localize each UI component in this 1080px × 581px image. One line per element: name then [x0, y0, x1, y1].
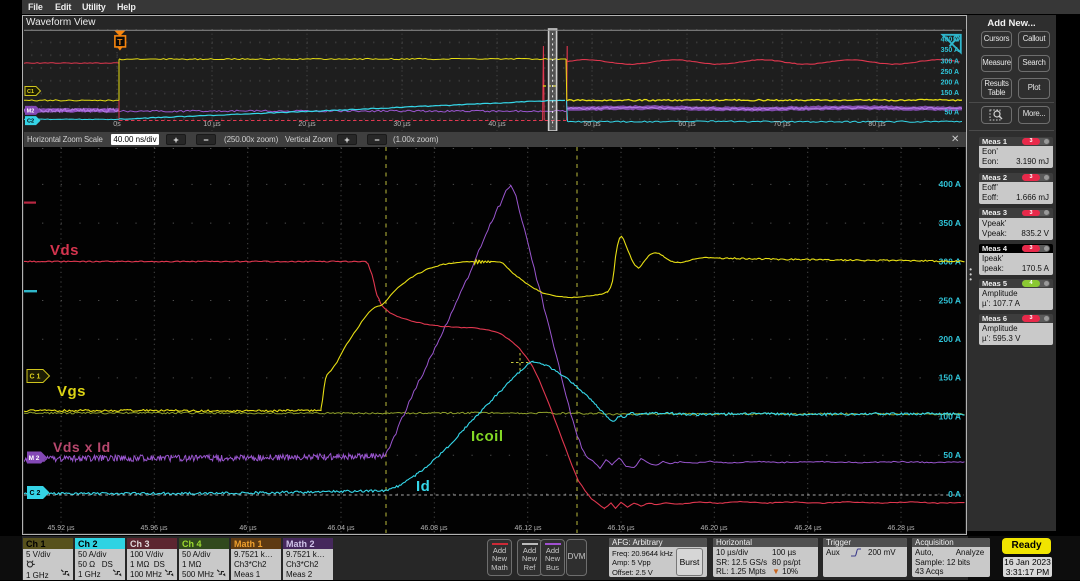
svg-text:46 µs: 46 µs — [239, 525, 257, 532]
svg-text:250 A: 250 A — [939, 295, 961, 305]
svg-text:50 A: 50 A — [943, 450, 961, 460]
svg-text:150 A: 150 A — [939, 373, 961, 383]
svg-text:350 A: 350 A — [939, 218, 961, 228]
svg-text:46.24 µs: 46.24 µs — [795, 525, 822, 532]
svg-text:Icoil: Icoil — [471, 428, 504, 445]
svg-text:M 2: M 2 — [29, 455, 40, 462]
svg-text:C 2: C 2 — [30, 490, 41, 497]
svg-text:45.92 µs: 45.92 µs — [48, 525, 75, 532]
svg-text:46.16 µs: 46.16 µs — [608, 525, 635, 532]
svg-text:400 A: 400 A — [939, 179, 961, 189]
svg-text:46.04 µs: 46.04 µs — [328, 525, 355, 532]
svg-text:C 1: C 1 — [30, 374, 41, 381]
svg-text:45.96 µs: 45.96 µs — [141, 525, 168, 532]
svg-text:46.20 µs: 46.20 µs — [701, 525, 728, 532]
svg-text:200 A: 200 A — [939, 334, 961, 344]
svg-text:46.12 µs: 46.12 µs — [515, 525, 542, 532]
svg-text:100 A: 100 A — [939, 411, 961, 421]
svg-text:Id: Id — [416, 478, 430, 495]
svg-text:46.28 µs: 46.28 µs — [888, 525, 915, 532]
svg-text:Vds x Id: Vds x Id — [53, 439, 111, 455]
svg-text:Vds: Vds — [50, 242, 79, 259]
svg-text:0 A: 0 A — [948, 489, 961, 499]
svg-text:Vgs: Vgs — [57, 383, 86, 400]
svg-text:46.08 µs: 46.08 µs — [421, 525, 448, 532]
